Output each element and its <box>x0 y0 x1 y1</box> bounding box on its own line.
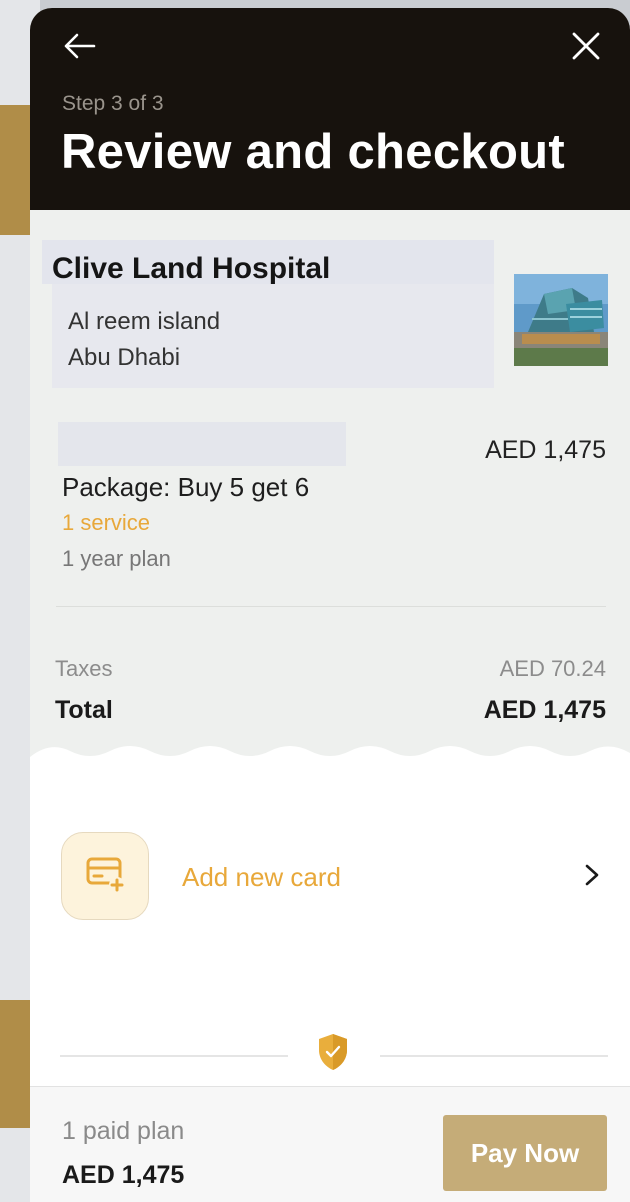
hospital-image <box>514 274 608 366</box>
footer-total: AED 1,475 <box>62 1161 185 1189</box>
package-name: Package: Buy 5 get 6 <box>62 472 310 502</box>
secure-payment-indicator <box>30 1032 630 1076</box>
checkout-sheet: Step 3 of 3 Review and checkout Clive La… <box>30 8 630 1202</box>
order-summary: Clive Land Hospital Al reem island Abu D… <box>30 210 630 771</box>
taxes-value: AED 70.24 <box>499 656 606 681</box>
service-count[interactable]: 1 service <box>62 510 150 536</box>
credit-card-add-icon <box>86 857 125 893</box>
package-price: AED 1,475 <box>485 436 606 464</box>
hospital-info: Clive Land Hospital Al reem island Abu D… <box>42 240 494 388</box>
scalloped-edge <box>30 746 630 771</box>
hospital-name: Clive Land Hospital <box>52 252 331 285</box>
hospital-name-band: Clive Land Hospital <box>42 240 494 285</box>
total-label: Total <box>55 696 113 724</box>
total-value: AED 1,475 <box>483 696 606 724</box>
close-button[interactable] <box>566 26 606 66</box>
checkout-footer: 1 paid plan AED 1,475 Pay Now <box>30 1086 630 1202</box>
shield-check-icon <box>319 1034 347 1070</box>
divider <box>56 606 606 607</box>
card-icon-container <box>61 832 149 920</box>
hospital-address-line1: Al reem island <box>68 308 221 335</box>
backdrop-accent <box>0 105 34 235</box>
arrow-left-icon <box>64 33 96 59</box>
divider-line <box>380 1055 608 1057</box>
redacted-field <box>58 422 346 466</box>
checkout-header: Step 3 of 3 Review and checkout <box>30 8 630 210</box>
divider-line <box>60 1055 288 1057</box>
page-title: Review and checkout <box>61 125 566 179</box>
taxes-label: Taxes <box>55 656 113 681</box>
pay-now-button[interactable]: Pay Now <box>443 1115 607 1191</box>
back-button[interactable] <box>60 26 100 66</box>
plan-duration: 1 year plan <box>62 546 171 571</box>
paid-plan-count: 1 paid plan <box>62 1117 185 1145</box>
add-card-button[interactable]: Add new card <box>30 830 630 920</box>
backdrop-accent <box>0 1000 34 1128</box>
close-icon <box>572 32 600 60</box>
step-indicator: Step 3 of 3 <box>62 92 164 115</box>
add-card-label: Add new card <box>182 862 341 892</box>
chevron-right-icon <box>585 864 599 886</box>
hospital-address-line2: Abu Dhabi <box>68 344 181 371</box>
